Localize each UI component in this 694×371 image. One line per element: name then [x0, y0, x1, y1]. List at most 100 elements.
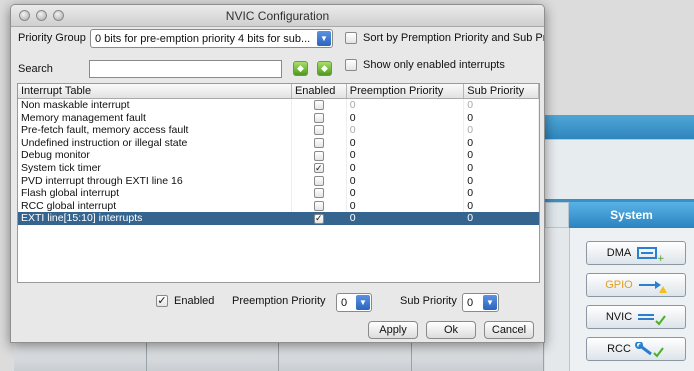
row-enabled-checkbox[interactable]: [313, 188, 324, 199]
enabled-option-row[interactable]: ✓ Enabled: [156, 295, 214, 307]
gpio-button-label: GPIO: [605, 279, 633, 291]
row-enabled-checkbox[interactable]: [313, 201, 324, 212]
sort-option-row[interactable]: Sort by Premption Priority and Sub Prior…: [345, 32, 544, 44]
rcc-button-label: RCC: [607, 343, 631, 355]
table-row[interactable]: Pre-fetch fault, memory access fault 0 0: [18, 124, 539, 137]
enabled-cell: [292, 149, 347, 162]
sort-checkbox[interactable]: [345, 32, 357, 44]
row-enabled-checkbox[interactable]: [313, 112, 324, 123]
show-enabled-label: Show only enabled interrupts: [363, 59, 505, 71]
preemption-cell[interactable]: 0: [347, 161, 465, 175]
gpio-arrow-warning-icon: [637, 278, 667, 293]
remove-icon[interactable]: ◆: [317, 61, 332, 76]
enabled-checkbox[interactable]: ✓: [156, 295, 168, 307]
sub-priority-select[interactable]: 0 ▼: [462, 293, 499, 312]
add-icon[interactable]: ◆: [293, 61, 308, 76]
sub-priority-cell[interactable]: 0: [464, 161, 539, 175]
row-enabled-checkbox[interactable]: [313, 138, 324, 149]
preemption-priority-label: Preemption Priority: [232, 295, 326, 307]
enabled-cell: [292, 99, 347, 112]
table-body: Non maskable interrupt 0 0 Memory managemen…: [18, 99, 539, 225]
preemption-cell[interactable]: 0: [347, 187, 465, 200]
chevron-down-icon: ▼: [356, 295, 370, 310]
cancel-button[interactable]: Cancel: [484, 321, 534, 339]
enabled-cell: [292, 174, 347, 188]
table-row[interactable]: Memory management fault 0 0: [18, 111, 539, 125]
interrupt-table: Interrupt Table Enabled Preemption Prior…: [17, 83, 540, 283]
nvic-button-label: NVIC: [605, 311, 633, 323]
table-row[interactable]: RCC global interrupt 0 0: [18, 199, 539, 213]
sub-priority-cell[interactable]: 0: [464, 199, 539, 213]
row-enabled-checkbox[interactable]: [313, 125, 324, 136]
row-enabled-checkbox[interactable]: [313, 175, 324, 186]
enabled-cell: [292, 124, 347, 137]
interrupt-name: Debug monitor: [18, 149, 292, 162]
search-label: Search: [18, 63, 53, 75]
sub-priority-cell[interactable]: 0: [464, 187, 539, 200]
preemption-cell[interactable]: 0: [347, 124, 465, 137]
sub-priority-cell[interactable]: 0: [464, 174, 539, 188]
interrupt-name: Undefined instruction or illegal state: [18, 136, 292, 150]
sub-priority-cell[interactable]: 0: [464, 99, 539, 112]
dma-button[interactable]: DMA +: [586, 241, 686, 265]
enabled-label: Enabled: [174, 295, 215, 307]
chevron-down-icon: ▼: [317, 31, 331, 46]
background-bottom-tabs: [14, 343, 544, 371]
preemption-cell[interactable]: 0: [347, 174, 465, 188]
interrupt-name: System tick timer: [18, 161, 292, 175]
apply-button[interactable]: Apply: [368, 321, 418, 339]
nvic-button[interactable]: NVIC: [586, 305, 686, 329]
search-input[interactable]: [89, 60, 282, 78]
preemption-priority-select[interactable]: 0 ▼: [336, 293, 372, 312]
sub-priority-value: 0: [467, 296, 474, 309]
preemption-cell[interactable]: 0: [347, 111, 465, 125]
table-row[interactable]: Non maskable interrupt 0 0: [18, 99, 539, 112]
priority-group-value: 0 bits for pre-emption priority 4 bits f…: [95, 32, 311, 45]
column-header-interrupt[interactable]: Interrupt Table: [18, 84, 292, 98]
preemption-cell[interactable]: 0: [347, 212, 465, 225]
preemption-cell[interactable]: 0: [347, 149, 465, 162]
sub-priority-cell[interactable]: 0: [464, 124, 539, 137]
enabled-cell: ✓: [292, 161, 347, 175]
priority-group-row: Priority Group: [18, 32, 86, 44]
table-row[interactable]: Undefined instruction or illegal state 0 0: [18, 136, 539, 150]
enabled-cell: ✓: [292, 212, 347, 225]
sub-priority-cell[interactable]: 0: [464, 212, 539, 225]
table-row[interactable]: EXTI line[15:10] interrupts ✓ 0 0: [18, 212, 539, 225]
row-enabled-checkbox[interactable]: [313, 100, 324, 111]
sub-priority-cell[interactable]: 0: [464, 149, 539, 162]
sub-priority-cell[interactable]: 0: [464, 136, 539, 150]
sub-priority-cell[interactable]: 0: [464, 111, 539, 125]
column-header-sub[interactable]: Sub Priority: [464, 84, 539, 98]
preemption-cell[interactable]: 0: [347, 199, 465, 213]
row-enabled-checkbox[interactable]: ✓: [313, 213, 324, 224]
row-enabled-checkbox[interactable]: ✓: [313, 163, 324, 174]
preemption-row: Preemption Priority: [232, 295, 326, 307]
dma-button-label: DMA: [606, 247, 632, 259]
table-row[interactable]: Flash global interrupt 0 0: [18, 187, 539, 200]
interrupt-name: Flash global interrupt: [18, 187, 292, 200]
ok-button[interactable]: Ok: [426, 321, 476, 339]
show-enabled-row[interactable]: Show only enabled interrupts: [345, 59, 505, 71]
preemption-cell[interactable]: 0: [347, 136, 465, 150]
preemption-cell[interactable]: 0: [347, 99, 465, 112]
svg-text:+: +: [657, 254, 665, 262]
table-row[interactable]: System tick timer ✓ 0 0: [18, 161, 539, 175]
enabled-cell: [292, 136, 347, 150]
background-left-column: [545, 228, 569, 371]
column-header-preemption[interactable]: Preemption Priority: [347, 84, 465, 98]
rcc-button[interactable]: RCC: [586, 337, 686, 361]
show-enabled-checkbox[interactable]: [345, 59, 357, 71]
row-enabled-checkbox[interactable]: [313, 150, 324, 161]
system-category-header: System: [569, 202, 694, 228]
chevron-down-icon: ▼: [483, 295, 497, 310]
column-header-enabled[interactable]: Enabled: [292, 84, 347, 98]
nvic-configuration-dialog: NVIC Configuration Priority Group 0 bits…: [10, 4, 545, 343]
gpio-button[interactable]: GPIO: [586, 273, 686, 297]
interrupt-name: PVD interrupt through EXTI line 16: [18, 174, 292, 188]
title-bar: NVIC Configuration: [11, 5, 544, 27]
priority-group-select[interactable]: 0 bits for pre-emption priority 4 bits f…: [90, 29, 333, 48]
table-row[interactable]: PVD interrupt through EXTI line 16 0 0: [18, 174, 539, 188]
table-row[interactable]: Debug monitor 0 0: [18, 149, 539, 162]
nvic-arrows-check-icon: [636, 310, 666, 326]
